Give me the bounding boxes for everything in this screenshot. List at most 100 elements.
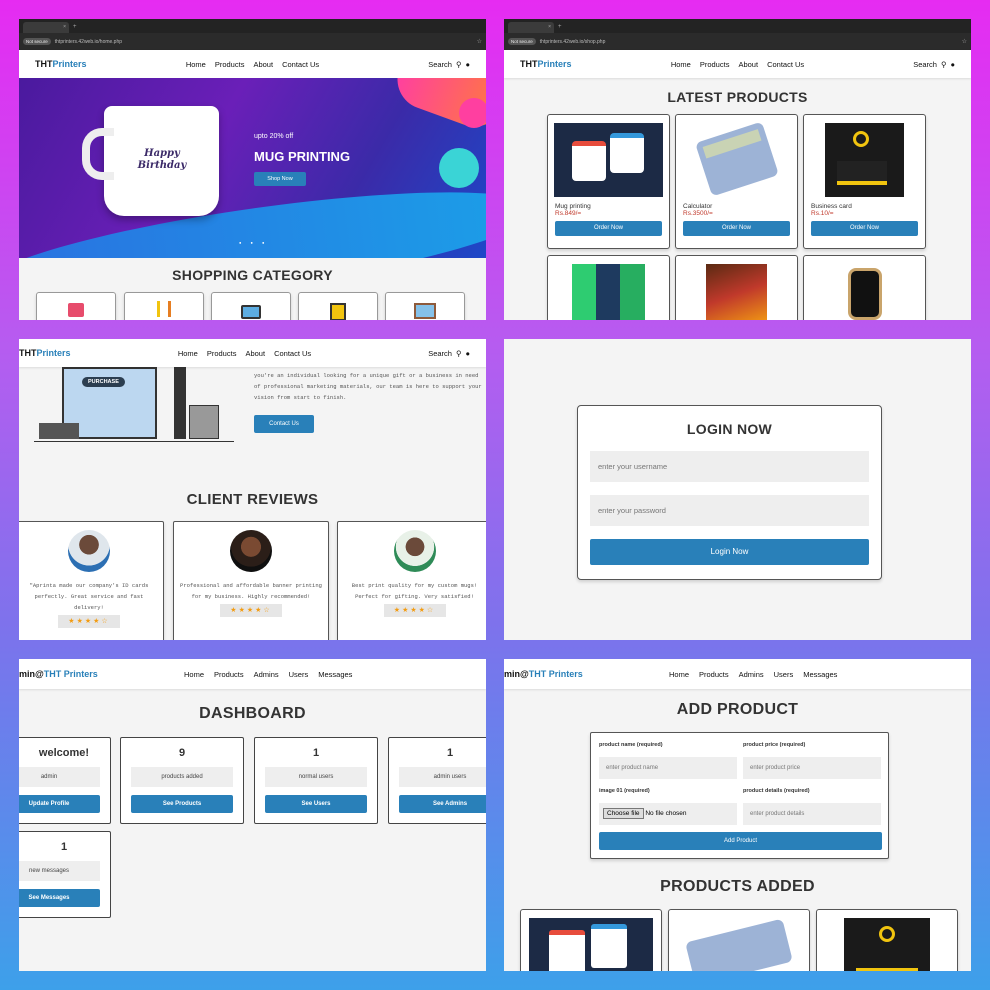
product-name-input[interactable]: enter product name	[599, 757, 737, 779]
address-bar[interactable]: Not secure thtprinters.42web.io/shop.php ☆	[504, 33, 971, 50]
contact-us-button[interactable]: Contact Us	[254, 415, 314, 433]
about-reviews-screenshot: THTPrinters Home Products About Contact Us …	[19, 339, 486, 640]
added-product-card	[668, 909, 810, 971]
hero-tag: upto 20% off	[254, 133, 294, 140]
nav-messages[interactable]: Messages	[803, 670, 837, 679]
product-card	[675, 255, 798, 320]
nav-home[interactable]: Home	[671, 60, 691, 69]
search-link[interactable]: Search	[428, 60, 452, 69]
add-product-button[interactable]: Add Product	[599, 832, 882, 850]
nav-about[interactable]: About	[253, 60, 273, 69]
product-price-input[interactable]: enter product price	[743, 757, 881, 779]
site-logo[interactable]: THTPrinters	[19, 348, 149, 358]
category-card-mug[interactable]	[36, 292, 116, 320]
password-input[interactable]: enter your password	[590, 495, 869, 526]
login-button[interactable]: Login Now	[590, 539, 869, 565]
nav-contact[interactable]: Contact Us	[282, 60, 319, 69]
new-tab-icon[interactable]: +	[558, 22, 562, 33]
nav-products[interactable]: Products	[207, 349, 237, 358]
user-icon[interactable]: ●	[465, 60, 470, 69]
nav-admins[interactable]: Admins	[254, 670, 279, 679]
carousel-dots[interactable]: ● ● ●	[239, 240, 268, 245]
nav-contact[interactable]: Contact Us	[767, 60, 804, 69]
nav-products[interactable]: Products	[699, 670, 729, 679]
browser-tab[interactable]: ×	[23, 22, 69, 33]
nav-users[interactable]: Users	[774, 670, 794, 679]
order-now-button[interactable]: Order Now	[683, 221, 790, 236]
nav-home[interactable]: Home	[178, 349, 198, 358]
product-image-calculator	[685, 918, 793, 971]
username-input[interactable]: enter your username	[590, 451, 869, 482]
site-navbar: THTPrinters Home Products About Contact Us …	[19, 339, 486, 367]
site-logo[interactable]: THTPrinters	[520, 59, 650, 69]
admin-logo[interactable]: min@THT Printers	[504, 669, 669, 679]
review-card: "Aprinta made our company's ID cards per…	[19, 521, 164, 640]
rating-stars: ★★★★☆	[220, 604, 282, 617]
admin-navbar: min@THT Printers Home Products Admins Users…	[19, 659, 486, 689]
review-card: Professional and affordable banner print…	[173, 521, 329, 640]
purchase-illustration: PURCHASE	[34, 367, 234, 443]
nav-home[interactable]: Home	[669, 670, 689, 679]
see-users-button[interactable]: See Users	[265, 795, 367, 813]
search-icon[interactable]: ⚲	[941, 60, 947, 69]
order-now-button[interactable]: Order Now	[555, 221, 662, 236]
shop-now-button[interactable]: Shop Now	[254, 172, 306, 186]
search-link[interactable]: Search	[913, 60, 937, 69]
nav-contact[interactable]: Contact Us	[274, 349, 311, 358]
choose-file-button[interactable]: Choose file	[603, 808, 644, 819]
search-icon[interactable]: ⚲	[456, 349, 462, 358]
nav-users[interactable]: Users	[289, 670, 309, 679]
category-card-photo[interactable]	[385, 292, 465, 320]
category-card-id[interactable]	[211, 292, 291, 320]
nav-messages[interactable]: Messages	[318, 670, 352, 679]
bookmark-icon[interactable]: ☆	[477, 38, 482, 45]
product-image-business-card	[844, 918, 930, 971]
update-profile-button[interactable]: Update Profile	[19, 795, 100, 813]
see-products-button[interactable]: See Products	[131, 795, 233, 813]
product-details-input[interactable]: enter product details	[743, 803, 881, 825]
product-image-mug	[529, 918, 653, 971]
site-logo[interactable]: THTPrinters	[35, 59, 165, 69]
search-icon[interactable]: ⚲	[456, 60, 462, 69]
category-card-frame[interactable]	[298, 292, 378, 320]
login-title: LOGIN NOW	[686, 421, 773, 437]
product-name: Business card	[811, 203, 852, 210]
user-icon[interactable]: ●	[950, 60, 955, 69]
admin-logo[interactable]: min@THT Printers	[19, 669, 184, 679]
bookmark-icon[interactable]: ☆	[962, 38, 967, 45]
category-card-stationery[interactable]	[124, 292, 204, 320]
products-added-title: PRODUCTS ADDED	[660, 878, 815, 895]
nav-admins[interactable]: Admins	[739, 670, 764, 679]
nav-home[interactable]: Home	[184, 670, 204, 679]
url-text: thtprinters.42web.io/home.php	[54, 38, 123, 45]
address-bar[interactable]: Not secure thtprinters.42web.io/home.php ☆	[19, 33, 486, 50]
nav-products[interactable]: Products	[215, 60, 245, 69]
see-admins-button[interactable]: See Admins	[399, 795, 486, 813]
order-now-button[interactable]: Order Now	[811, 221, 918, 236]
add-product-screenshot: min@THT Printers Home Products Admins Users…	[504, 659, 971, 971]
new-tab-icon[interactable]: +	[73, 22, 77, 33]
browser-tabstrip: × +	[504, 19, 971, 33]
avatar	[68, 530, 110, 572]
file-input[interactable]: Choose file No file chosen	[599, 803, 737, 825]
product-image-watch	[847, 268, 882, 320]
nav-products[interactable]: Products	[214, 670, 244, 679]
product-price: Rs.10/=	[811, 210, 834, 217]
nav-products[interactable]: Products	[700, 60, 730, 69]
review-text: Best print quality for my custom mugs! P…	[351, 582, 478, 600]
product-price: Rs.849/=	[555, 210, 582, 217]
user-icon[interactable]: ●	[465, 349, 470, 358]
nav-about[interactable]: About	[738, 60, 758, 69]
stat-card-welcome: welcome! admin Update Profile	[19, 737, 111, 824]
nav-home[interactable]: Home	[186, 60, 206, 69]
rating-stars: ★★★★☆	[58, 615, 120, 628]
see-messages-button[interactable]: See Messages	[19, 889, 100, 907]
stat-card-messages: 1 new messages See Messages	[19, 831, 111, 918]
nav-about[interactable]: About	[245, 349, 265, 358]
search-link[interactable]: Search	[428, 349, 452, 358]
admin-dashboard-screenshot: min@THT Printers Home Products Admins Users…	[19, 659, 486, 971]
browser-tab[interactable]: ×	[508, 22, 554, 33]
hero-banner: Happy Birthday upto 20% off MUG PRINTING…	[19, 78, 486, 258]
product-image-brochure	[572, 264, 645, 320]
photo-icon	[414, 303, 436, 319]
